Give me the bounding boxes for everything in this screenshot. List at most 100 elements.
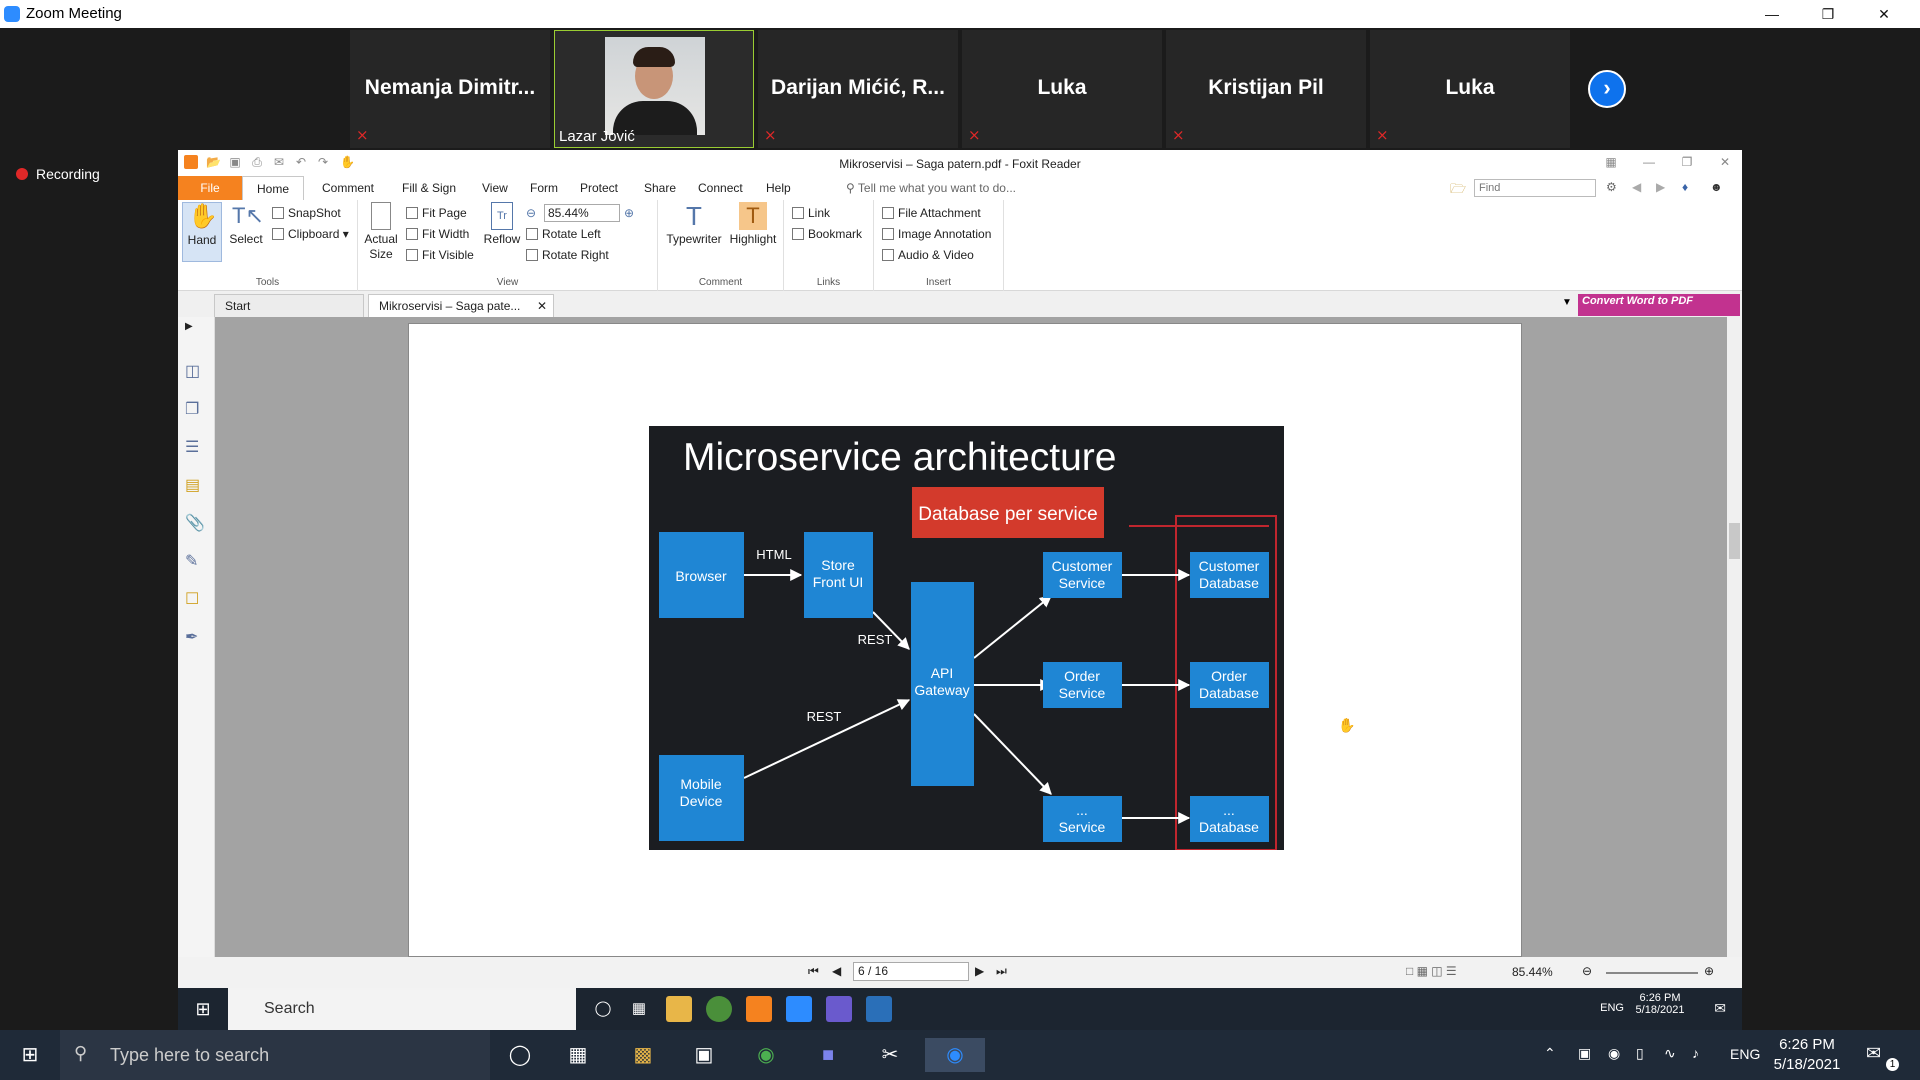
chrome-taskbar-icon[interactable]: ◉ [748, 1038, 784, 1072]
restore-button[interactable]: ❐ [1800, 0, 1856, 28]
tab-help[interactable]: Help [752, 176, 805, 200]
tab-home[interactable]: Home [242, 176, 305, 200]
ribbon-toggle-icon[interactable]: ▦ [1604, 155, 1618, 169]
store-icon[interactable]: ▣ [686, 1038, 722, 1072]
wifi-icon[interactable]: ∿ [1664, 1045, 1676, 1062]
page-number-input[interactable]: 6 / 16 [853, 962, 969, 981]
prev-arrow-icon[interactable]: ◀ [1632, 180, 1641, 194]
close-button[interactable]: ✕ [1856, 0, 1912, 28]
file-explorer-icon[interactable] [666, 996, 692, 1022]
foxit-close-button[interactable]: ✕ [1718, 155, 1732, 169]
windows-start-icon[interactable]: ⊞ [190, 996, 216, 1022]
participant-tile[interactable]: Luka ⨯ [1370, 30, 1570, 148]
page-layout-icons[interactable]: □ ▦ ◫ ☰ [1406, 964, 1457, 978]
minimize-button[interactable]: — [1744, 0, 1800, 28]
tab-view[interactable]: View [468, 176, 522, 200]
chrome-icon[interactable] [706, 996, 732, 1022]
folder-search-icon[interactable]: 🗁 [1450, 180, 1466, 202]
zoom-slider[interactable] [1606, 972, 1698, 974]
shared-notification-icon[interactable]: ✉ [1714, 1000, 1726, 1017]
expand-panel-icon[interactable]: ▶ [185, 321, 205, 341]
discord-icon[interactable] [826, 996, 852, 1022]
settings-gear-icon[interactable]: ⚙ [1606, 180, 1617, 194]
zoom-select[interactable]: 85.44% [544, 204, 620, 222]
document-viewport[interactable]: Microservice architecture Database per s… [215, 317, 1727, 957]
tab-share[interactable]: Share [630, 176, 690, 200]
security-lock-icon[interactable]: ☐ [185, 589, 205, 609]
battery-icon[interactable]: ▯ [1636, 1045, 1644, 1062]
zoom-app-icon[interactable] [786, 996, 812, 1022]
fit-page-button[interactable]: Fit Page [406, 206, 467, 220]
task-view-button-icon[interactable]: ▦ [560, 1038, 596, 1072]
tab-list-dropdown-icon[interactable]: ▼ [1562, 297, 1572, 308]
foxit-restore-button[interactable]: ❐ [1680, 155, 1694, 169]
find-input[interactable]: Find [1474, 179, 1596, 197]
participant-tile[interactable]: Nemanja Dimitr... ⨯ [350, 30, 550, 148]
tray-chevron-icon[interactable]: ⌃ [1544, 1045, 1556, 1062]
zoom-in-status-icon[interactable]: ⊕ [1704, 964, 1714, 978]
participant-tile[interactable]: Luka ⨯ [962, 30, 1162, 148]
snip-icon[interactable]: ✂ [872, 1038, 908, 1072]
sign-pen-icon[interactable]: ✒ [185, 627, 205, 647]
fit-visible-button[interactable]: Fit Visible [406, 248, 474, 262]
prev-page-icon[interactable]: ◀ [832, 964, 841, 978]
tab-form[interactable]: Form [516, 176, 572, 200]
convert-word-to-pdf-banner[interactable]: Convert Word to PDF [1578, 294, 1740, 316]
next-participants-button[interactable]: › [1588, 70, 1626, 108]
foxit-icon[interactable] [746, 996, 772, 1022]
tab-document[interactable]: Mikroservisi – Saga pate... ✕ [368, 294, 554, 317]
participant-tile[interactable]: Kristijan Pil ⨯ [1166, 30, 1366, 148]
file-explorer-taskbar-icon[interactable]: ▩ [625, 1038, 661, 1072]
next-page-icon[interactable]: ▶ [975, 964, 984, 978]
photos-icon[interactable] [866, 996, 892, 1022]
tell-me-search[interactable]: ⚲ Tell me what you want to do... [846, 176, 1016, 200]
layers-panel-icon[interactable]: ☰ [185, 437, 205, 457]
pages-panel-icon[interactable]: ❐ [185, 399, 205, 419]
tab-connect[interactable]: Connect [684, 176, 757, 200]
zoom-taskbar-icon[interactable]: ◉ [925, 1038, 985, 1072]
participant-tile[interactable]: Darijan Mićić, R... ⨯ [758, 30, 958, 148]
bell-icon[interactable]: ♦ [1682, 180, 1688, 194]
tab-protect[interactable]: Protect [566, 176, 632, 200]
highlight-button[interactable]: T Highlight [726, 202, 780, 247]
account-icon[interactable]: ☻ [1710, 180, 1723, 194]
link-button[interactable]: Link [792, 206, 830, 220]
bookmarks-panel-icon[interactable]: ◫ [185, 361, 205, 381]
cortana-circle-icon[interactable]: ◯ [502, 1038, 538, 1072]
audio-video-button[interactable]: Audio & Video [882, 248, 974, 262]
taskbar-search-input[interactable]: Type here to search [60, 1030, 490, 1080]
reflow-button[interactable]: Tr Reflow [482, 202, 522, 247]
tab-start[interactable]: Start [214, 294, 364, 317]
first-page-icon[interactable]: ⏮ [808, 964, 819, 979]
hand-button[interactable]: ✋ Hand [182, 202, 222, 262]
cortana-icon[interactable]: ◯ [590, 996, 616, 1022]
rotate-left-button[interactable]: Rotate Left [526, 227, 601, 241]
comments-panel-icon[interactable]: ▤ [185, 475, 205, 495]
last-page-icon[interactable]: ⏭ [996, 964, 1007, 979]
notification-center-icon[interactable]: ✉ [1866, 1043, 1881, 1064]
next-arrow-icon[interactable]: ▶ [1656, 180, 1665, 194]
image-annotation-button[interactable]: Image Annotation [882, 227, 991, 241]
bookmark-button[interactable]: Bookmark [792, 227, 862, 241]
select-button[interactable]: T↖ Select [226, 202, 266, 247]
meet-now-icon[interactable]: ▣ [1578, 1045, 1591, 1062]
teams-icon[interactable]: ■ [810, 1038, 846, 1072]
close-tab-icon[interactable]: ✕ [537, 295, 547, 317]
signatures-panel-icon[interactable]: ✎ [185, 551, 205, 571]
shared-search-box[interactable]: Search [228, 988, 576, 1030]
task-view-icon[interactable]: ▦ [626, 996, 652, 1022]
file-attachment-button[interactable]: File Attachment [882, 206, 981, 220]
foxit-minimize-button[interactable]: — [1642, 155, 1656, 169]
zoom-out-status-icon[interactable]: ⊖ [1582, 964, 1592, 978]
participant-video-tile[interactable]: Lazar Jović [554, 30, 754, 148]
tab-fill-sign[interactable]: Fill & Sign [388, 176, 470, 200]
microphone-icon[interactable]: ◉ [1608, 1045, 1620, 1062]
zoom-in-icon[interactable]: ⊕ [624, 206, 634, 220]
scroll-thumb[interactable] [1729, 523, 1740, 559]
snapshot-button[interactable]: SnapShot [272, 206, 341, 220]
tab-file[interactable]: File [178, 176, 242, 200]
tab-comment[interactable]: Comment [308, 176, 388, 200]
rotate-right-button[interactable]: Rotate Right [526, 248, 609, 262]
input-language[interactable]: ENG [1730, 1046, 1760, 1062]
vertical-scrollbar[interactable] [1727, 317, 1742, 957]
